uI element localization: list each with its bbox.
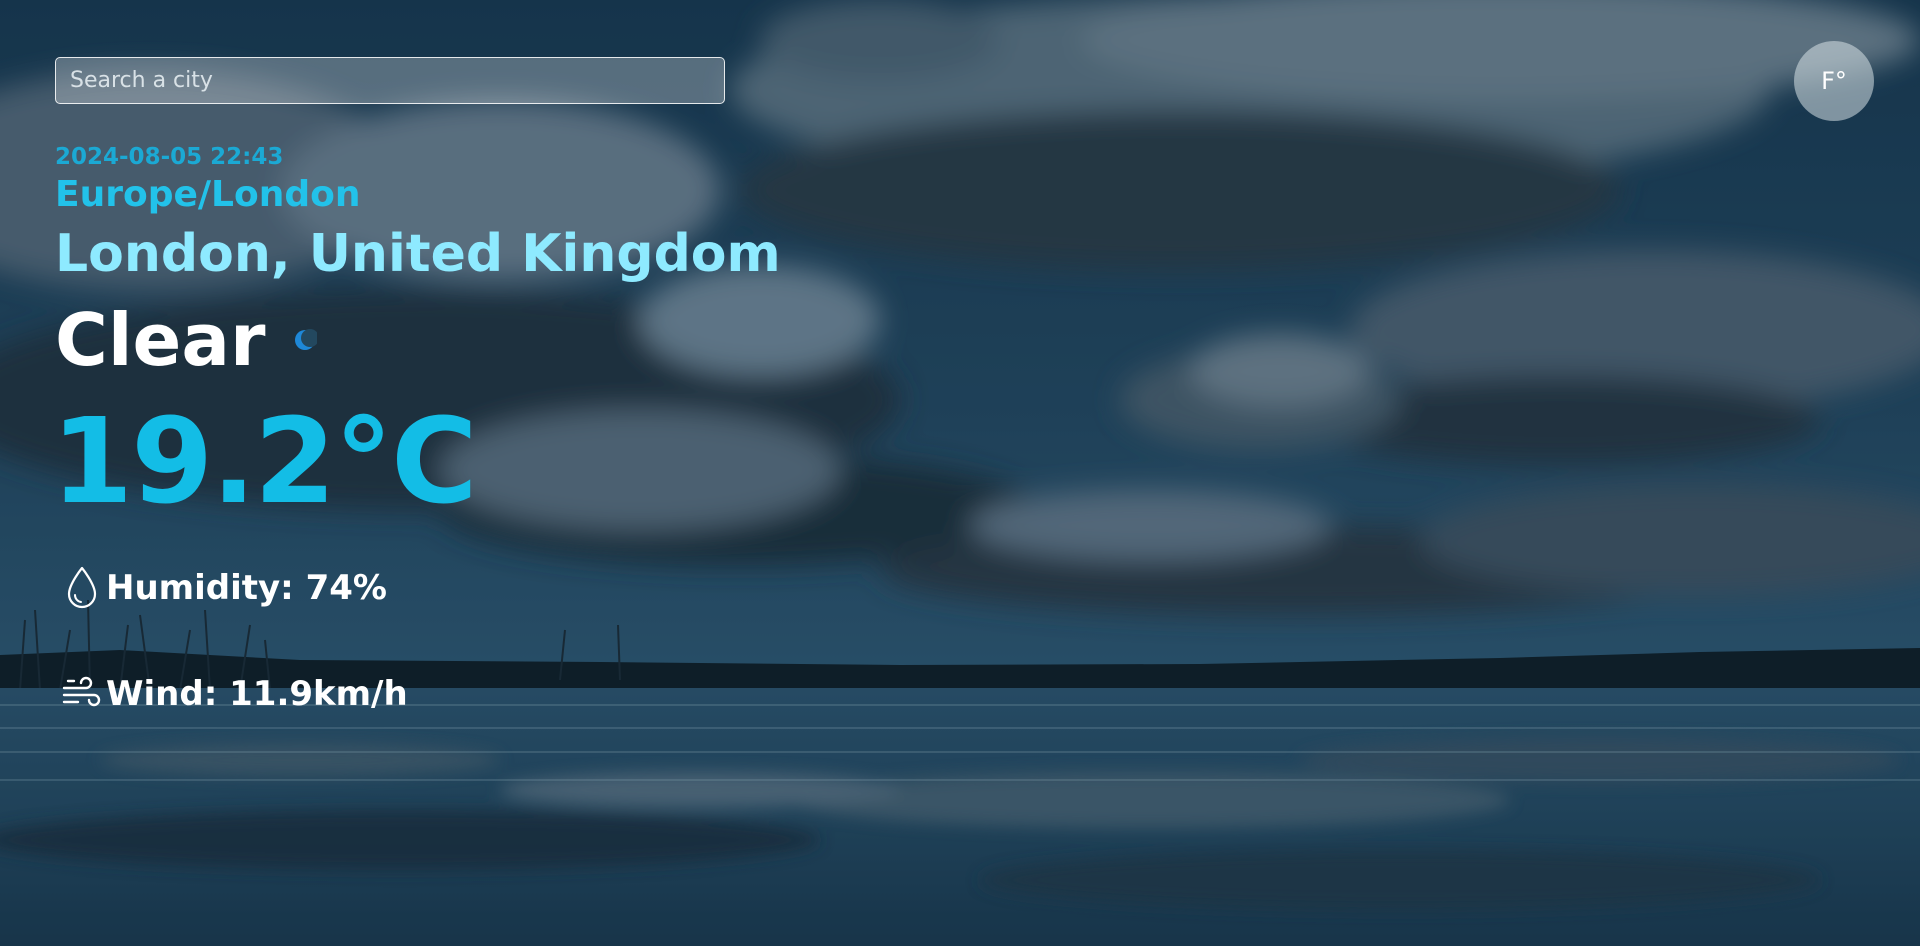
weather-condition: Clear [55, 298, 266, 382]
fahrenheit-toggle-button[interactable]: F° [1794, 41, 1874, 121]
humidity-label: Humidity: 74% [106, 568, 387, 608]
wind-icon [60, 670, 104, 718]
temperature-value: 19.2°C [51, 392, 478, 530]
location-name: London, United Kingdom [55, 224, 781, 284]
moon-icon [293, 328, 320, 352]
city-search-input[interactable] [55, 57, 725, 104]
water-drop-icon [60, 564, 104, 612]
wind-row: Wind: 11.9km/h [60, 670, 408, 718]
wind-label: Wind: 11.9km/h [106, 674, 408, 714]
local-datetime: 2024-08-05 22:43 [55, 144, 284, 170]
humidity-row: Humidity: 74% [60, 564, 387, 612]
condition-row: Clear [55, 298, 320, 382]
weather-app: F° 2024-08-05 22:43 Europe/London London… [0, 0, 1920, 946]
timezone-label: Europe/London [55, 174, 361, 215]
